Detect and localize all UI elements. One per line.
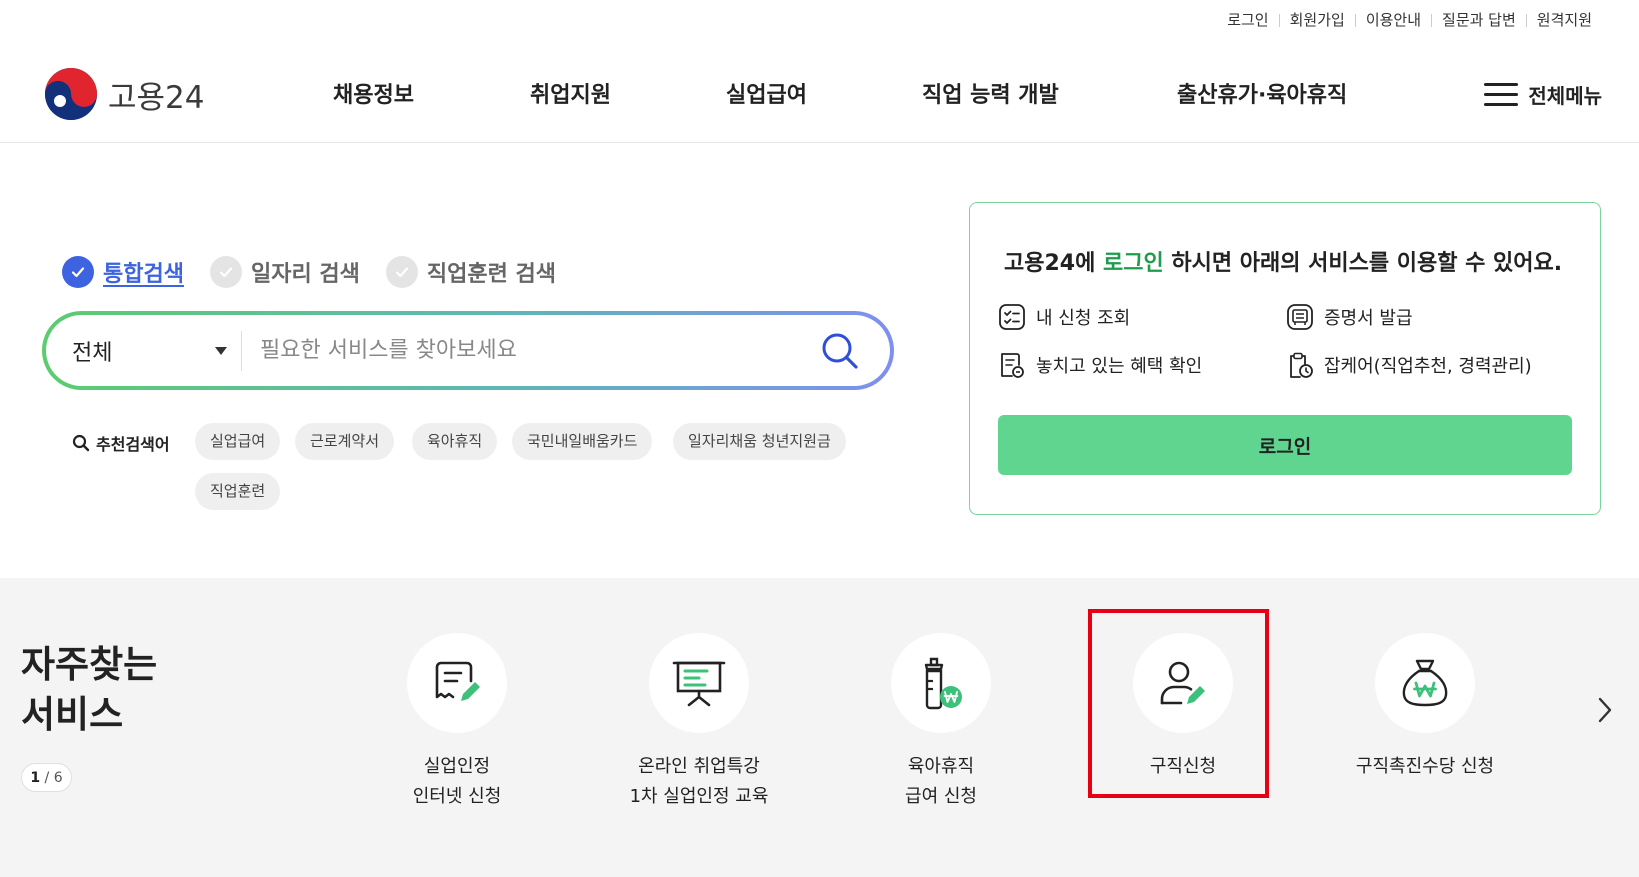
login-panel: 고용24에 로그인 하시면 아래의 서비스를 이용할 수 있어요. 내 신청 조… <box>969 202 1601 515</box>
search-category-value: 전체 <box>72 340 113 366</box>
service-name: 온라인 취업특강 1차 실업인정 교육 <box>599 752 799 812</box>
section-title-line2: 서비스 <box>21 693 124 736</box>
nav-employment-support[interactable]: 취업지원 <box>530 76 611 116</box>
service-label: 증명서 발급 <box>1324 308 1413 329</box>
section-title-line1: 자주찾는 <box>21 643 158 686</box>
nav-unemployment-benefits[interactable]: 실업급여 <box>726 76 807 116</box>
service-name-line2: 1차 실업인정 교육 <box>629 786 769 807</box>
frequent-services-section: 자주찾는 서비스 1 / 6 실업인정 인터넷 신청 온라인 취업특강 1차 실… <box>0 578 1639 877</box>
highlight-box <box>1088 609 1269 798</box>
service-my-applications[interactable]: 내 신청 조회 <box>998 303 1130 331</box>
search-icon <box>822 333 858 369</box>
service-icon-circle <box>649 633 749 733</box>
service-name: 구직촉진수당 신청 <box>1325 752 1525 782</box>
page-current: 1 <box>30 769 41 786</box>
service-missed-benefits[interactable]: 놓치고 있는 혜택 확인 <box>998 351 1202 379</box>
util-guide-link[interactable]: 이용안내 <box>1356 10 1431 30</box>
check-icon <box>385 256 418 288</box>
document-edit-icon <box>435 661 480 701</box>
login-button[interactable]: 로그인 <box>998 415 1572 475</box>
search-icon <box>72 434 90 452</box>
all-menu-label: 전체메뉴 <box>1528 84 1602 108</box>
tab-label: 직업훈련 검색 <box>426 262 556 287</box>
clipboard-clock-icon <box>1290 352 1313 378</box>
logo-text: 고용24 <box>108 79 205 116</box>
service-name-line1: 육아휴직 <box>907 756 975 777</box>
tab-integrated-search[interactable]: 통합검색 <box>62 256 184 288</box>
service-label: 놓치고 있는 혜택 확인 <box>1036 356 1203 377</box>
keyword-chip[interactable]: 직업훈련 <box>195 473 281 510</box>
service-name-line2: 인터넷 신청 <box>412 786 502 807</box>
service-name-line1: 실업인정 <box>423 756 491 777</box>
service-icon-circle <box>407 633 507 733</box>
search-tabs: 통합검색 일자리 검색 직업훈련 검색 <box>62 256 582 288</box>
login-panel-title: 고용24에 로그인 하시면 아래의 서비스를 이용할 수 있어요. <box>1004 245 1562 277</box>
service-icon-circle <box>1375 633 1475 733</box>
baby-bottle-won-icon <box>924 657 962 710</box>
search-category-select[interactable]: 전체 <box>46 331 241 371</box>
service-label: 내 신청 조회 <box>1036 308 1131 329</box>
nav-maternity-parental-leave[interactable]: 출산휴가·육아휴직 <box>1177 76 1347 116</box>
all-menu-button[interactable]: 전체메뉴 <box>1484 80 1602 109</box>
service-icon-circle <box>891 633 991 733</box>
nav-job-info[interactable]: 채용정보 <box>333 76 414 116</box>
checklist-icon <box>999 304 1025 330</box>
tab-label: 일자리 검색 <box>250 262 360 287</box>
document-check-icon <box>1001 353 1024 378</box>
service-online-lecture[interactable]: 온라인 취업특강 1차 실업인정 교육 <box>599 633 799 812</box>
presentation-board-icon <box>672 661 726 707</box>
check-icon <box>62 256 94 288</box>
service-unemployment-recognition[interactable]: 실업인정 인터넷 신청 <box>357 633 557 812</box>
util-remote-support-link[interactable]: 원격지원 <box>1527 10 1602 30</box>
site-header: 고용24 채용정보 취업지원 실업급여 직업 능력 개발 출산휴가·육아휴직 전… <box>0 50 1639 143</box>
check-icon <box>209 256 242 288</box>
keyword-chip[interactable]: 근로계약서 <box>295 423 395 460</box>
title-highlight: 로그인 <box>1103 251 1164 276</box>
certificate-icon <box>1287 304 1313 330</box>
keyword-chip[interactable]: 실업급여 <box>195 423 281 460</box>
service-name-line2: 급여 신청 <box>905 786 977 807</box>
keyword-chip[interactable]: 일자리채움 청년지원금 <box>673 423 846 460</box>
recommended-label: 추천검색어 <box>96 435 170 454</box>
page-indicator: 1 / 6 <box>21 763 72 792</box>
chevron-right-icon <box>1598 697 1612 723</box>
tab-label: 통합검색 <box>103 262 184 287</box>
service-job-promotion-allowance[interactable]: 구직촉진수당 신청 <box>1325 633 1525 782</box>
title-prefix: 고용24에 <box>1004 251 1103 276</box>
keyword-chip[interactable]: 국민내일배움카드 <box>512 423 653 460</box>
site-logo[interactable]: 고용24 <box>44 67 205 121</box>
service-label: 잡케어(직업추천, 경력관리) <box>1324 356 1532 377</box>
util-login-link[interactable]: 로그인 <box>1217 10 1278 30</box>
recommended-label-group: 추천검색어 <box>72 431 170 455</box>
tab-training-search[interactable]: 직업훈련 검색 <box>385 256 556 288</box>
service-name-line1: 온라인 취업특강 <box>638 756 760 777</box>
search-box: 전체 <box>42 311 894 390</box>
util-qna-link[interactable]: 질문과 답변 <box>1432 10 1526 30</box>
nav-vocational-training[interactable]: 직업 능력 개발 <box>922 76 1059 116</box>
title-suffix: 하시면 아래의 서비스를 이용할 수 있어요. <box>1163 251 1563 276</box>
next-slide-button[interactable] <box>1590 690 1620 730</box>
money-bag-won-icon <box>1402 659 1448 707</box>
service-name: 육아휴직 급여 신청 <box>841 752 1041 812</box>
service-name-line1: 구직촉진수당 신청 <box>1355 756 1495 777</box>
search-input[interactable] <box>242 325 810 376</box>
service-name: 실업인정 인터넷 신청 <box>357 752 557 812</box>
keyword-chip[interactable]: 육아휴직 <box>412 423 498 460</box>
util-signup-link[interactable]: 회원가입 <box>1280 10 1355 30</box>
section-title: 자주찾는 서비스 <box>21 640 157 740</box>
service-jobcare[interactable]: 잡케어(직업추천, 경력관리) <box>1286 351 1532 379</box>
page-total: 6 <box>53 769 63 786</box>
search-button[interactable] <box>810 321 870 381</box>
taegeuk-logo-icon <box>45 68 97 120</box>
caret-down-icon <box>215 346 227 355</box>
hamburger-icon <box>1484 82 1519 107</box>
tab-job-search[interactable]: 일자리 검색 <box>209 256 360 288</box>
utility-nav: 로그인 회원가입 이용안내 질문과 답변 원격지원 <box>1217 10 1602 30</box>
service-parental-leave-benefit[interactable]: 육아휴직 급여 신청 <box>841 633 1041 812</box>
service-certificate[interactable]: 증명서 발급 <box>1286 303 1413 331</box>
